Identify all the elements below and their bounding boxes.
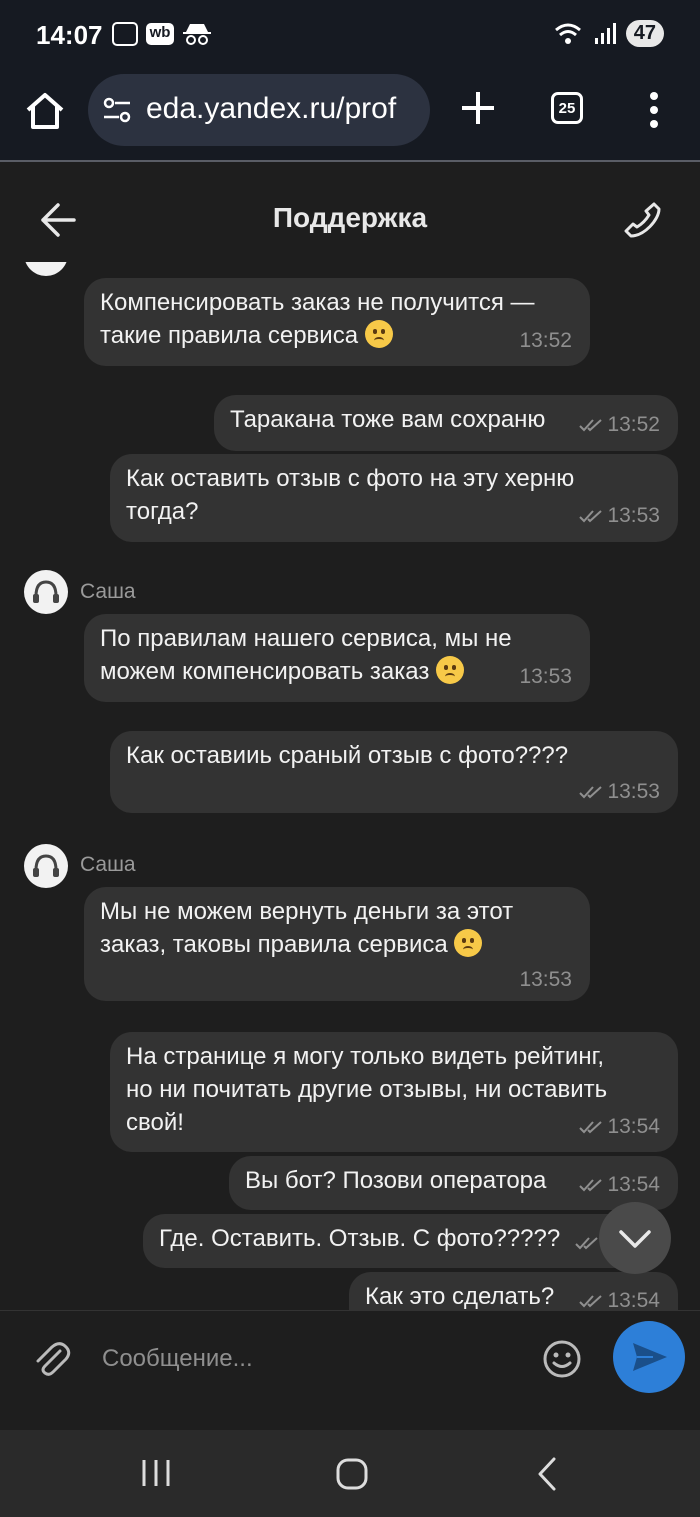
wildberries-notification-icon: wb [146,23,174,45]
system-navigation-bar [0,1430,700,1517]
message-text: Где. Оставить. Отзыв. С фото????? [159,1225,561,1252]
message-time: 13:53 [519,665,572,688]
chevron-down-icon [619,1230,651,1248]
message-time: 13:53 [607,504,660,527]
outgoing-message[interactable]: Как оставииь сраный отзыв с фото???? 13:… [110,731,678,813]
recent-apps-icon[interactable] [140,1458,172,1488]
signal-icon [594,22,616,44]
site-settings-icon[interactable] [102,96,132,124]
send-icon [633,1343,667,1371]
outgoing-message[interactable]: Таракана тоже вам сохраню 13:52 [214,395,678,451]
message-text: Как оставииь сраный отзыв с фото???? [126,742,569,769]
incoming-message[interactable]: Мы не можем вернуть деньги за этот заказ… [84,887,590,1001]
more-vert-icon[interactable] [642,88,666,132]
avatar [24,262,68,276]
sender-name: Саша [80,853,136,876]
avatar [24,844,68,888]
message-text: свой! [126,1109,184,1136]
sender-name: Саша [80,580,136,603]
double-check-icon [579,1121,603,1134]
message-time: 13:54 [607,1289,660,1310]
message-text: По правилам нашего сервиса, мы не [100,625,512,652]
status-notification-icons: wb [112,22,212,46]
incoming-message[interactable]: По правилам нашего сервиса, мы не можем … [84,614,590,702]
paperclip-icon[interactable] [32,1339,72,1379]
screenshot-notification-icon [112,22,138,46]
smiley-icon[interactable] [542,1339,582,1379]
message-text: На странице я могу только видеть рейтинг… [126,1043,605,1070]
wifi-icon [554,23,581,44]
message-text: Мы не можем вернуть деньги за этот [100,898,514,925]
message-text: Таракана тоже вам сохраню [230,406,546,433]
message-text: можем компенсировать заказ [100,658,430,685]
message-input[interactable] [100,1333,524,1385]
double-check-icon [575,1237,598,1250]
confused-face-emoji [436,656,465,684]
message-text: Вы бот? Позови оператора [245,1167,547,1194]
tab-switcher-button[interactable]: 25 [551,92,583,124]
system-home-icon[interactable] [336,1458,368,1490]
double-check-icon [579,1295,603,1308]
avatar [24,570,68,614]
status-time: 14:07 [36,20,103,50]
confused-face-emoji [364,320,393,348]
battery-indicator: 47 [625,20,664,47]
confused-face-emoji [454,929,483,957]
url-text[interactable]: eda.yandex.ru/prof [146,92,396,126]
message-text: тогда? [126,498,199,525]
outgoing-message[interactable]: Как оставить отзыв с фото на эту херню т… [110,454,678,542]
double-check-icon [579,786,603,799]
message-text: но ни почитать другие отзывы, ни оставит… [126,1076,608,1103]
new-tab-icon[interactable] [458,88,498,128]
home-icon[interactable] [22,88,68,134]
headset-icon [33,854,59,877]
page-title: Поддержка [272,202,428,233]
message-time: 13:53 [607,780,660,803]
outgoing-message[interactable]: Как это сделать? 13:54 [349,1272,678,1310]
outgoing-message[interactable]: Где. Оставить. Отзыв. С фото????? [143,1214,643,1268]
status-system-icons: 47 [554,20,664,47]
message-time: 13:52 [519,329,572,352]
incoming-message[interactable]: Компенсировать заказ не получится — таки… [84,278,590,366]
phone-icon[interactable] [622,200,662,240]
double-check-icon [579,510,603,523]
message-list[interactable]: Компенсировать заказ не получится — таки… [0,262,700,1310]
headset-icon [33,580,59,603]
chat-header: Поддержка [0,162,700,272]
outgoing-message[interactable]: На странице я могу только видеть рейтинг… [110,1032,678,1152]
status-bar: 14:07 wb 47 [0,0,700,70]
message-time: 13:54 [607,1173,660,1196]
system-back-icon[interactable] [534,1456,560,1492]
incognito-icon [183,24,211,45]
message-text: Компенсировать заказ не получится — [100,289,535,316]
composer [0,1310,700,1431]
browser-toolbar: eda.yandex.ru/prof 25 [0,70,700,162]
double-check-icon [579,419,603,432]
message-text: Как оставить отзыв с фото на эту херню [126,465,575,492]
message-text: Как это сделать? [365,1283,555,1310]
message-time: 13:52 [607,413,660,436]
scroll-to-bottom-button[interactable] [599,1202,671,1274]
send-button[interactable] [613,1321,685,1393]
message-time: 13:53 [519,968,572,991]
message-text: такие правила сервиса [100,322,359,349]
double-check-icon [579,1179,603,1192]
message-time: 13:54 [607,1115,660,1138]
address-bar[interactable]: eda.yandex.ru/prof [88,74,430,146]
message-text: заказ, таковы правила сервиса [100,931,448,958]
